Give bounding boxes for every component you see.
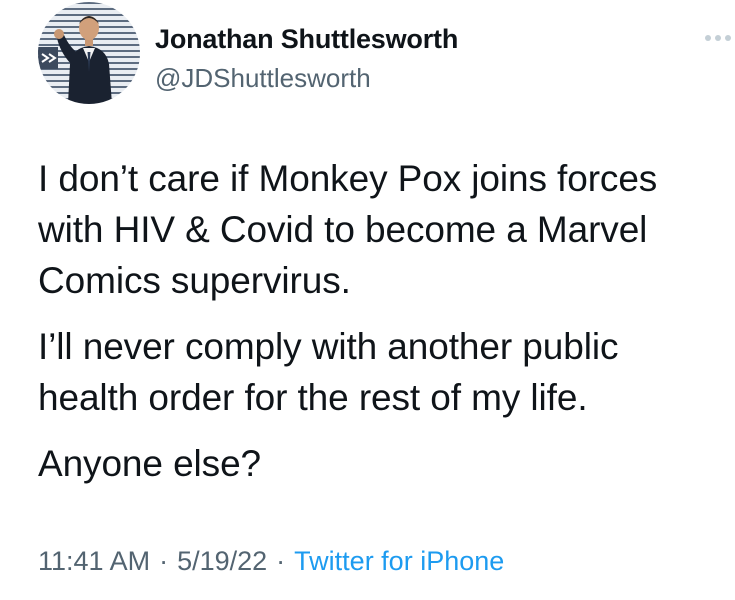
tweet-time[interactable]: 11:41 AM bbox=[38, 546, 150, 576]
tweet-paragraph: I’ll never comply with another public he… bbox=[38, 326, 619, 418]
tweet-source-link[interactable]: Twitter for iPhone bbox=[294, 546, 504, 576]
more-options-button[interactable] bbox=[703, 30, 735, 46]
tweet-paragraph: Anyone else? bbox=[38, 443, 262, 484]
tweet-text: I don’t care if Monkey Pox joins forces … bbox=[38, 153, 728, 489]
avatar-photo bbox=[38, 2, 140, 104]
tweet-metadata: 11:41 AM · 5/19/22 · Twitter for iPhone bbox=[38, 546, 504, 577]
author-display-name[interactable]: Jonathan Shuttlesworth bbox=[155, 24, 458, 55]
tweet-card: Jonathan Shuttlesworth @JDShuttlesworth … bbox=[0, 0, 735, 600]
tweet-paragraph: I don’t care if Monkey Pox joins forces … bbox=[38, 158, 658, 301]
avatar[interactable] bbox=[38, 2, 140, 104]
meta-separator: · bbox=[159, 546, 169, 576]
meta-separator: · bbox=[276, 546, 286, 576]
author-handle[interactable]: @JDShuttlesworth bbox=[155, 63, 371, 94]
more-dots-icon bbox=[705, 35, 731, 41]
tweet-date[interactable]: 5/19/22 bbox=[177, 546, 267, 576]
